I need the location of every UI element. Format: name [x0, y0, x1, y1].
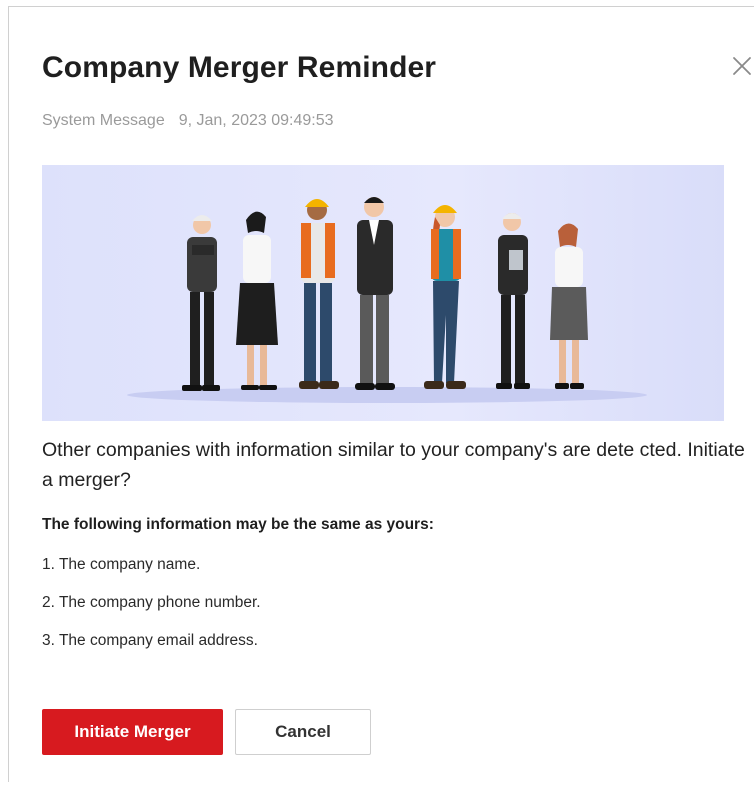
message-timestamp: 9, Jan, 2023 09:49:53 [178, 112, 334, 129]
worker-figure-3 [299, 199, 339, 389]
list-item: 1. The company name. [42, 556, 201, 573]
list-item: 2. The company phone number. [42, 594, 261, 611]
close-icon [733, 57, 751, 75]
close-button[interactable] [731, 55, 753, 77]
merger-dialog: Company Merger Reminder System Message 9,… [8, 6, 754, 782]
merger-question: Other companies with information similar… [42, 439, 745, 491]
list-item: 3. The company email address. [42, 632, 258, 649]
message-meta: System Message 9, Jan, 2023 09:49:53 [42, 112, 334, 130]
worker-figure-4 [355, 197, 395, 390]
team-illustration [42, 165, 724, 421]
worker-figure-5 [424, 205, 466, 389]
info-list: 1. The company name. 2. The company phon… [42, 555, 261, 669]
dialog-title: Company Merger Reminder [42, 51, 437, 84]
initiate-merger-button[interactable]: Initiate Merger [42, 709, 223, 755]
worker-figure-1 [182, 215, 220, 391]
worker-figure-6 [496, 213, 530, 389]
worker-figure-2 [236, 211, 278, 390]
info-heading: The following information may be the sam… [42, 516, 434, 533]
message-source: System Message [42, 112, 165, 129]
worker-figure-7 [550, 223, 588, 389]
cancel-button[interactable]: Cancel [235, 709, 371, 755]
